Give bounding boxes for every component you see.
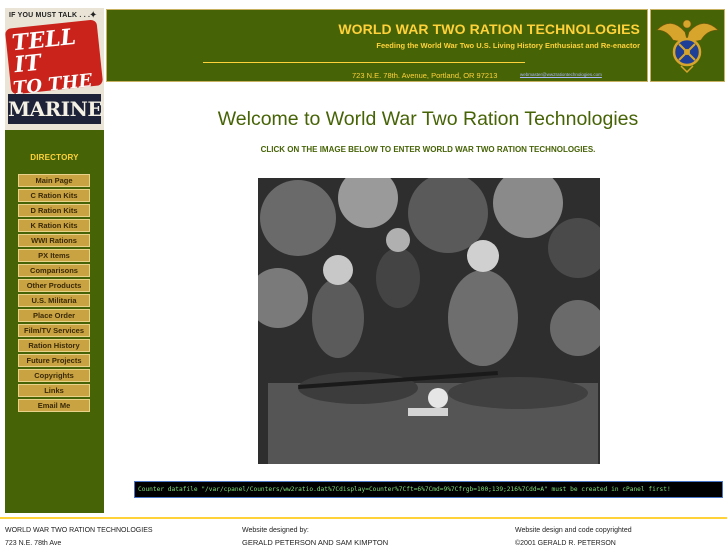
quartermaster-emblem (650, 9, 725, 82)
poster-slogan: TELL IT TO THE (11, 24, 97, 100)
nav-place-order[interactable]: Place Order (18, 309, 90, 322)
poster-top-text: IF YOU MUST TALK . . . (9, 12, 91, 19)
nav-email-me[interactable]: Email Me (18, 399, 90, 412)
nav-comparisons[interactable]: Comparisons (18, 264, 90, 277)
header-divider (203, 62, 525, 63)
site-title: WORLD WAR TWO RATION TECHNOLOGIES (338, 21, 640, 37)
nav-px-items[interactable]: PX Items (18, 249, 90, 262)
nav-us-militaria[interactable]: U.S. Militaria (18, 294, 90, 307)
nav-ration-history[interactable]: Ration History (18, 339, 90, 352)
footer-copyright-label: Website design and code copyrighted (515, 527, 632, 534)
poster-line1: TELL IT (10, 23, 78, 79)
nav-wwi-rations[interactable]: WWI Rations (18, 234, 90, 247)
nav-future-projects[interactable]: Future Projects (18, 354, 90, 367)
nav-other-products[interactable]: Other Products (18, 279, 90, 292)
welcome-heading: Welcome to World War Two Ration Technolo… (217, 108, 639, 130)
nav-d-ration-kits[interactable]: D Ration Kits (18, 204, 90, 217)
nav-film-tv-services[interactable]: Film/TV Services (18, 324, 90, 337)
site-tagline: Feeding the World War Two U.S. Living Hi… (376, 41, 640, 50)
soldiers-eating-photo (258, 178, 600, 464)
nav-main-page[interactable]: Main Page (18, 174, 90, 187)
footer-copyright: ©2001 GERALD R. PETERSON (515, 540, 616, 547)
enter-site-photo[interactable] (258, 178, 600, 464)
nav-c-ration-kits[interactable]: C Ration Kits (18, 189, 90, 202)
poster-bottom: MARINES (8, 94, 104, 124)
footer-company: WORLD WAR TWO RATION TECHNOLOGIES (5, 527, 153, 534)
footer-designers: GERALD PETERSON AND SAM KIMPTON (242, 538, 389, 547)
poster-image: IF YOU MUST TALK . . . ✦ TELL IT TO THE … (5, 8, 104, 130)
counter-error-message: Counter datafile "/var/cpanel/Counters/w… (134, 481, 723, 498)
header-address: 723 N.E. 78th. Avenue, Portland, OR 9721… (352, 71, 498, 80)
header-email-link[interactable]: webmaster@ww2rationtechnologies.com (520, 72, 602, 77)
directory-title: DIRECTORY (30, 153, 79, 162)
nav-links[interactable]: Links (18, 384, 90, 397)
enter-instruction: CLICK ON THE IMAGE BELOW TO ENTER WORLD … (260, 145, 596, 154)
footer-designed-by-label: Website designed by: (242, 527, 309, 534)
footer-address: 723 N.E. 78th Ave (5, 540, 62, 547)
nav-copyrights[interactable]: Copyrights (18, 369, 90, 382)
footer-divider (0, 517, 727, 519)
eagle-emblem-icon (656, 19, 719, 74)
nav-k-ration-kits[interactable]: K Ration Kits (18, 219, 90, 232)
